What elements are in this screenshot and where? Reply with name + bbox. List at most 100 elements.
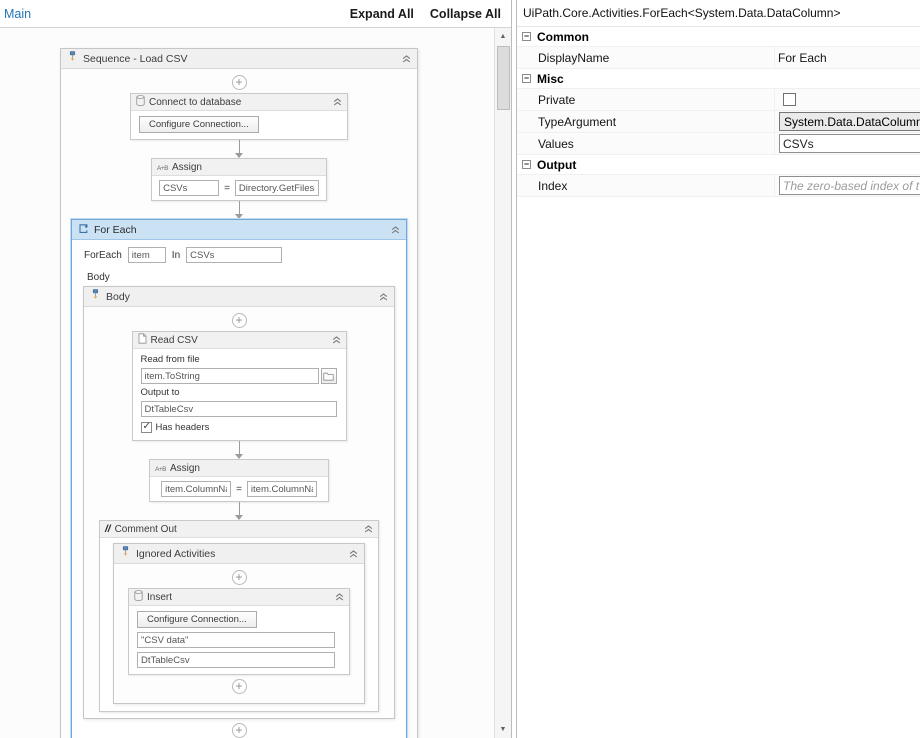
sequence-icon xyxy=(67,51,78,66)
section-output[interactable]: Output xyxy=(517,155,920,175)
private-checkbox[interactable] xyxy=(783,93,796,106)
scroll-up-arrow-icon[interactable] xyxy=(495,28,512,45)
read-csv-header[interactable]: Read CSV xyxy=(132,332,346,349)
properties-header: UiPath.Core.Activities.ForEach<System.Da… xyxy=(517,0,920,27)
has-headers-label: Has headers xyxy=(155,422,210,433)
has-headers-checkbox[interactable] xyxy=(140,421,152,433)
insert-activity[interactable]: Insert Configure Connection... xyxy=(128,588,350,675)
add-activity-button[interactable] xyxy=(231,75,247,90)
body-sequence-activity[interactable]: Body + Read CSV Read from file item.ToSt… xyxy=(83,286,395,719)
displayname-value[interactable]: For Each xyxy=(778,51,827,65)
uipath-studio-window: Main Expand All Collapse All Sequence - … xyxy=(0,0,920,738)
activity-title: Ignored Activities xyxy=(136,547,216,560)
workflow-canvas[interactable]: Sequence - Load CSV Connect to database xyxy=(0,28,494,738)
insert-header[interactable]: Insert xyxy=(129,589,349,606)
comment-out-header[interactable]: Comment Out xyxy=(100,521,378,538)
foreach-drop-area: Body + Read CSV Read from file item.ToSt… xyxy=(83,286,395,719)
comment-out-icon xyxy=(105,524,111,535)
add-activity-button[interactable] xyxy=(231,679,247,694)
assign-to-input[interactable] xyxy=(161,481,232,497)
add-activity-button[interactable] xyxy=(231,723,247,738)
section-title: Misc xyxy=(537,71,564,86)
section-common[interactable]: Common xyxy=(517,27,920,47)
in-label: In xyxy=(171,249,181,261)
activity-title: Read CSV xyxy=(150,334,198,346)
designer-actions: Expand All Collapse All xyxy=(350,7,501,21)
activity-title: Assign xyxy=(171,161,202,173)
sequence-title: Sequence - Load CSV xyxy=(83,52,188,65)
activity-title: Body xyxy=(106,290,130,303)
property-row-index: Index xyxy=(517,175,920,197)
csv-file-icon xyxy=(138,333,147,347)
assign-to-input[interactable] xyxy=(159,180,220,196)
add-activity-button[interactable] xyxy=(231,570,247,585)
read-from-file-label: Read from file xyxy=(140,354,200,365)
configure-connection-button[interactable]: Configure Connection... xyxy=(139,116,259,133)
section-misc[interactable]: Misc xyxy=(517,69,920,89)
scroll-down-arrow-icon[interactable] xyxy=(495,721,512,738)
sequence-content: Connect to database Configure Connection… xyxy=(61,69,417,738)
breadcrumb-main[interactable]: Main xyxy=(4,7,31,21)
equals-sign: = xyxy=(236,483,242,495)
insert-table-input[interactable] xyxy=(137,652,335,668)
collapse-chevron-icon[interactable] xyxy=(333,98,342,106)
ignored-activities-sequence[interactable]: Ignored Activities + Insert Configure Co… xyxy=(113,543,365,704)
sequence-header[interactable]: Sequence - Load CSV xyxy=(61,49,417,69)
collapse-section-icon[interactable] xyxy=(522,32,531,41)
collapse-chevron-icon[interactable] xyxy=(391,225,400,234)
collapse-all-button[interactable]: Collapse All xyxy=(430,7,501,21)
insert-value-input[interactable] xyxy=(137,632,335,648)
foreach-collection-input[interactable] xyxy=(186,247,283,263)
connect-header[interactable]: Connect to database xyxy=(131,94,347,111)
assign-header[interactable]: Assign xyxy=(152,159,326,176)
foreach-header[interactable]: For Each xyxy=(72,220,406,240)
section-title: Common xyxy=(537,29,589,44)
output-to-label: Output to xyxy=(140,387,180,398)
body-header[interactable]: Body xyxy=(84,287,394,307)
assign-value-input[interactable] xyxy=(234,180,319,196)
activity-title: Connect to database xyxy=(149,96,242,108)
property-row-values: Values xyxy=(517,133,920,155)
collapse-section-icon[interactable] xyxy=(522,160,531,169)
foreach-item-input[interactable] xyxy=(127,247,166,263)
flow-arrow xyxy=(235,201,243,219)
collapse-section-icon[interactable] xyxy=(522,74,531,83)
read-csv-activity[interactable]: Read CSV Read from file item.ToString Ou… xyxy=(131,331,347,441)
designer-pane: Main Expand All Collapse All Sequence - … xyxy=(0,0,511,738)
configure-connection-button[interactable]: Configure Connection... xyxy=(137,611,257,628)
browse-folder-button[interactable] xyxy=(320,368,337,384)
assign-activity[interactable]: Assign = xyxy=(149,459,329,502)
designer-main: Sequence - Load CSV Connect to database xyxy=(0,28,511,738)
collapse-chevron-icon[interactable] xyxy=(364,525,373,533)
connect-to-database-activity[interactable]: Connect to database Configure Connection… xyxy=(130,93,348,140)
sequence-activity[interactable]: Sequence - Load CSV Connect to database xyxy=(60,48,418,738)
values-input[interactable] xyxy=(779,134,920,153)
flow-arrow xyxy=(235,441,243,459)
collapse-chevron-icon[interactable] xyxy=(402,54,411,63)
activity-title: Insert xyxy=(147,591,173,603)
activity-title: Comment Out xyxy=(114,523,177,535)
index-input[interactable] xyxy=(779,176,920,195)
ignored-activities-header[interactable]: Ignored Activities xyxy=(114,544,364,564)
add-activity-button[interactable] xyxy=(231,313,247,328)
collapse-chevron-icon[interactable] xyxy=(349,549,358,558)
foreach-activity[interactable]: For Each ForEach In Body xyxy=(71,219,407,738)
foreach-icon xyxy=(78,223,89,237)
read-from-file-input[interactable] xyxy=(140,368,319,384)
expand-all-button[interactable]: Expand All xyxy=(350,7,414,21)
collapse-chevron-icon[interactable] xyxy=(335,593,344,601)
assign-icon xyxy=(155,463,166,474)
canvas-vertical-scrollbar[interactable] xyxy=(494,28,511,738)
assign-icon xyxy=(157,162,168,173)
section-title: Output xyxy=(537,157,577,172)
assign-header[interactable]: Assign xyxy=(150,460,328,477)
assign-value-input[interactable] xyxy=(246,481,317,497)
typeargument-dropdown[interactable]: System.Data.DataColumn xyxy=(779,112,920,131)
output-to-input[interactable] xyxy=(140,401,337,417)
comment-out-activity[interactable]: Comment Out xyxy=(99,520,379,712)
scrollbar-thumb[interactable] xyxy=(496,46,510,110)
collapse-chevron-icon[interactable] xyxy=(332,336,341,344)
collapse-chevron-icon[interactable] xyxy=(379,292,388,301)
properties-panel: UiPath.Core.Activities.ForEach<System.Da… xyxy=(517,0,920,738)
assign-activity[interactable]: Assign = xyxy=(151,158,327,201)
